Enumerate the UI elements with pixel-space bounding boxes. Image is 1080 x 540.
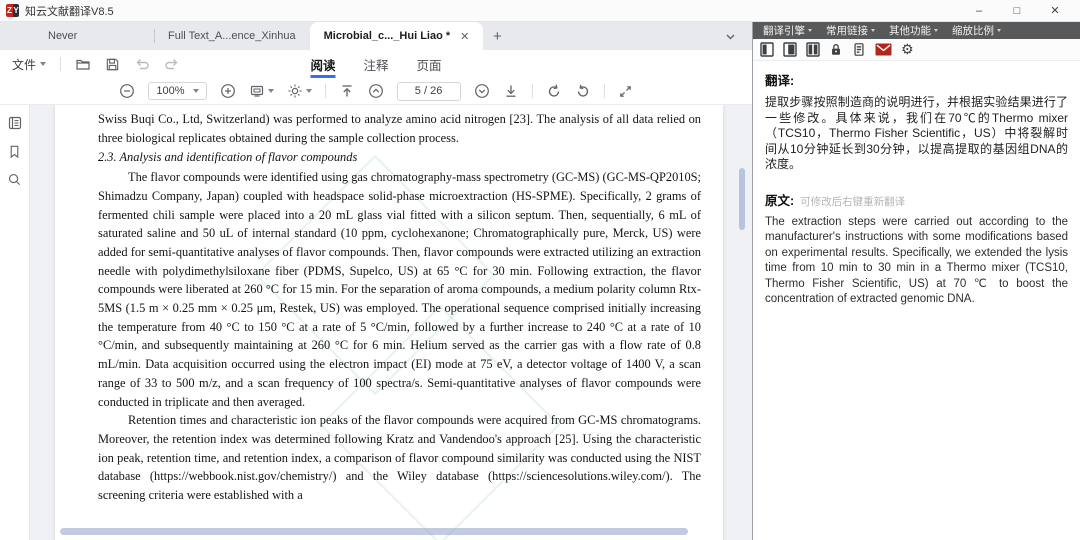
toolbar-divider xyxy=(604,84,605,98)
original-text[interactable]: The extraction steps were carried out ac… xyxy=(765,215,1068,308)
layout-left-pane-icon[interactable] xyxy=(760,42,774,57)
zoom-caret-icon xyxy=(193,89,199,93)
tab-never[interactable]: Never xyxy=(34,22,154,50)
download-icon[interactable] xyxy=(503,83,519,99)
tab-list-chevron-icon[interactable] xyxy=(725,22,736,50)
file-menu-button[interactable]: 文件 xyxy=(12,56,46,73)
bookmark-panel-icon[interactable] xyxy=(7,144,22,159)
tab-microbial-active[interactable]: Microbial_c..._Hui Liao * ✕ xyxy=(310,22,484,50)
zoom-out-icon[interactable] xyxy=(119,83,135,99)
document-region: Swiss Buqi Co., Ltd, Switzerland) was pe… xyxy=(0,105,752,540)
paragraph-continuation: Swiss Buqi Co., Ltd, Switzerland) was pe… xyxy=(98,110,701,147)
mail-icon[interactable] xyxy=(875,43,892,56)
notes-document-icon[interactable] xyxy=(852,42,866,57)
app-title: 知云文献翻译V8.5 xyxy=(25,3,114,19)
fullscreen-icon[interactable] xyxy=(618,84,633,99)
translation-icon-toolbar: ⚙ xyxy=(753,39,1080,61)
page-display-mode-button[interactable] xyxy=(249,83,274,99)
rotate-right-icon[interactable] xyxy=(575,83,591,99)
paragraph-retention: Retention times and characteristic ion p… xyxy=(98,411,701,505)
brightness-button[interactable] xyxy=(287,83,312,99)
translation-label: 翻译: xyxy=(765,70,1068,89)
redo-icon[interactable] xyxy=(164,56,180,72)
section-heading: 2.3. Analysis and identification of flav… xyxy=(98,148,701,167)
layout-right-pane-icon[interactable] xyxy=(783,42,797,57)
save-icon[interactable] xyxy=(105,57,120,72)
zoom-in-icon[interactable] xyxy=(220,83,236,99)
app-window: ZY 知云文献翻译V8.5 – □ ✕ Never Full Text_A...… xyxy=(0,0,1080,540)
previous-page-icon[interactable] xyxy=(368,83,384,99)
display-caret-icon xyxy=(268,89,274,93)
next-page-icon[interactable] xyxy=(474,83,490,99)
view-mode-tabs: 阅读 注释 页面 xyxy=(310,50,441,78)
toolbar-divider xyxy=(325,84,326,98)
layout-split-pane-icon[interactable] xyxy=(806,42,820,57)
translation-content: 翻译: 提取步骤按照制造商的说明进行，并根据实验结果进行了一些修改。具体来说，我… xyxy=(753,61,1080,540)
menu-translation-engine[interactable]: 翻译引擎 xyxy=(757,23,818,38)
left-sidebar xyxy=(0,105,30,540)
page-controls-toolbar: 100% xyxy=(0,78,752,105)
toolbar-divider xyxy=(532,84,533,98)
document-tabbar: Never Full Text_A...ence_Xinhua Microbia… xyxy=(0,22,752,50)
translation-text: 提取步骤按照制造商的说明进行，并根据实验结果进行了一些修改。具体来说，我们在70… xyxy=(765,95,1068,173)
paragraph-methods: The flavor compounds were identified usi… xyxy=(98,168,701,411)
original-hint: 可修改后右键重新翻译 xyxy=(800,194,905,209)
menu-other-functions[interactable]: 其他功能 xyxy=(883,23,944,38)
zoom-level-select[interactable]: 100% xyxy=(148,82,206,100)
tab-close-icon[interactable]: ✕ xyxy=(460,30,469,43)
rotate-left-icon[interactable] xyxy=(546,83,562,99)
view-tab-page[interactable]: 页面 xyxy=(417,50,442,78)
page-number-input[interactable] xyxy=(397,82,461,101)
pdf-canvas[interactable]: Swiss Buqi Co., Ltd, Switzerland) was pe… xyxy=(30,105,752,540)
open-folder-icon[interactable] xyxy=(75,56,91,72)
brightness-caret-icon xyxy=(306,89,312,93)
thumbnails-panel-icon[interactable] xyxy=(7,115,23,131)
translation-panel: 翻译引擎 常用链接 其他功能 缩放比例 xyxy=(752,22,1080,540)
menu-caret-icon xyxy=(997,29,1001,32)
original-label: 原文: xyxy=(765,190,794,209)
go-to-top-icon[interactable] xyxy=(339,83,355,99)
settings-gear-icon[interactable]: ⚙ xyxy=(901,43,914,57)
menu-caret-icon xyxy=(808,29,812,32)
menu-zoom-ratio[interactable]: 缩放比例 xyxy=(946,23,1007,38)
document-text: Swiss Buqi Co., Ltd, Switzerland) was pe… xyxy=(98,110,701,505)
pdf-viewer-region: Never Full Text_A...ence_Xinhua Microbia… xyxy=(0,22,752,540)
view-tab-reading[interactable]: 阅读 xyxy=(310,50,335,78)
app-logo-icon: ZY xyxy=(6,4,19,17)
main-toolbar: 文件 xyxy=(0,50,752,78)
new-tab-button[interactable]: + xyxy=(483,22,511,50)
search-panel-icon[interactable] xyxy=(7,172,22,187)
pdf-page: Swiss Buqi Co., Ltd, Switzerland) was pe… xyxy=(55,105,723,540)
toolbar-divider xyxy=(60,57,61,71)
lock-icon[interactable] xyxy=(829,42,843,57)
undo-icon[interactable] xyxy=(134,56,150,72)
menu-caret-icon xyxy=(871,29,875,32)
close-button[interactable]: ✕ xyxy=(1036,1,1074,21)
maximize-button[interactable]: □ xyxy=(998,1,1036,21)
original-label-row: 原文: 可修改后右键重新翻译 xyxy=(765,190,1068,209)
minimize-button[interactable]: – xyxy=(960,1,998,21)
tab-fulltext[interactable]: Full Text_A...ence_Xinhua xyxy=(154,22,310,50)
menu-caret-icon xyxy=(934,29,938,32)
horizontal-scrollbar-thumb[interactable] xyxy=(60,528,688,535)
titlebar: ZY 知云文献翻译V8.5 – □ ✕ xyxy=(0,0,1080,22)
window-controls: – □ ✕ xyxy=(960,1,1074,21)
view-tab-annotation[interactable]: 注释 xyxy=(363,50,388,78)
translation-menubar: 翻译引擎 常用链接 其他功能 缩放比例 xyxy=(753,22,1080,39)
file-menu-caret-icon xyxy=(40,62,46,66)
vertical-scrollbar-thumb[interactable] xyxy=(739,168,745,230)
menu-common-links[interactable]: 常用链接 xyxy=(820,23,881,38)
